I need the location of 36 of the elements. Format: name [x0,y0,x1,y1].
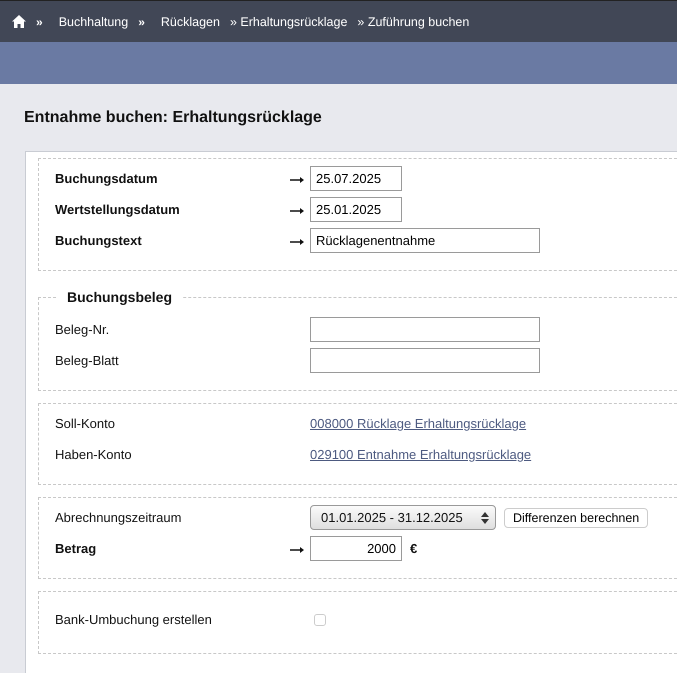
arrow-icon [290,546,304,554]
breadcrumb-link[interactable]: » Zuführung buchen [357,14,470,28]
arrow-icon [290,206,304,214]
input-field[interactable] [310,317,540,342]
input-field[interactable]: Rücklagenentnahme [310,228,540,253]
field-label: Wertstellungsdatum [55,202,181,217]
calculate-button[interactable]: Differenzen berechnen [504,508,648,528]
field-label: Beleg-Blatt [55,353,120,368]
period-dropdown[interactable]: 01.01.2025 - 31.12.2025 [310,505,496,530]
field-label: Abrechnungszeitraum [55,510,182,525]
checkbox[interactable] [314,614,326,626]
home-icon[interactable] [12,15,26,28]
updown-icon [481,512,489,524]
field-label: Beleg-Nr. [55,322,110,337]
breadcrumb-link[interactable]: Buchhaltung [58,14,128,28]
date-field[interactable]: 25.01.2025 [310,197,402,222]
account-link[interactable]: 008000 Rücklage Erhaltungsrücklage [310,416,526,431]
field-label: Haben-Konto [55,447,133,462]
input-field[interactable] [310,348,540,373]
breadcrumb-separator: » [36,14,43,28]
date-field[interactable]: 25.07.2025 [310,166,402,191]
field-label: Betrag [55,541,98,556]
breadcrumb-link[interactable]: » Erhaltungsrücklage [230,14,348,28]
currency-label: € [410,541,418,556]
amount-field[interactable]: 2000 [310,536,402,561]
field-label: Soll-Konto [55,416,116,431]
arrow-icon [290,238,304,246]
field-label: Buchungstext [55,233,143,248]
account-link[interactable]: 029100 Entnahme Erhaltungsrücklage [310,447,532,462]
breadcrumb-link[interactable]: Rücklagen [160,14,220,28]
page-title: Entnahme buchen: Erhaltungsrücklage [24,109,323,128]
section-legend: Buchungsbeleg [57,289,182,305]
arrow-icon [290,176,304,184]
field-label: Buchungsdatum [55,171,159,186]
breadcrumb-separator: » [138,14,145,28]
field-label: Bank-Umbuchung erstellen [55,612,213,627]
